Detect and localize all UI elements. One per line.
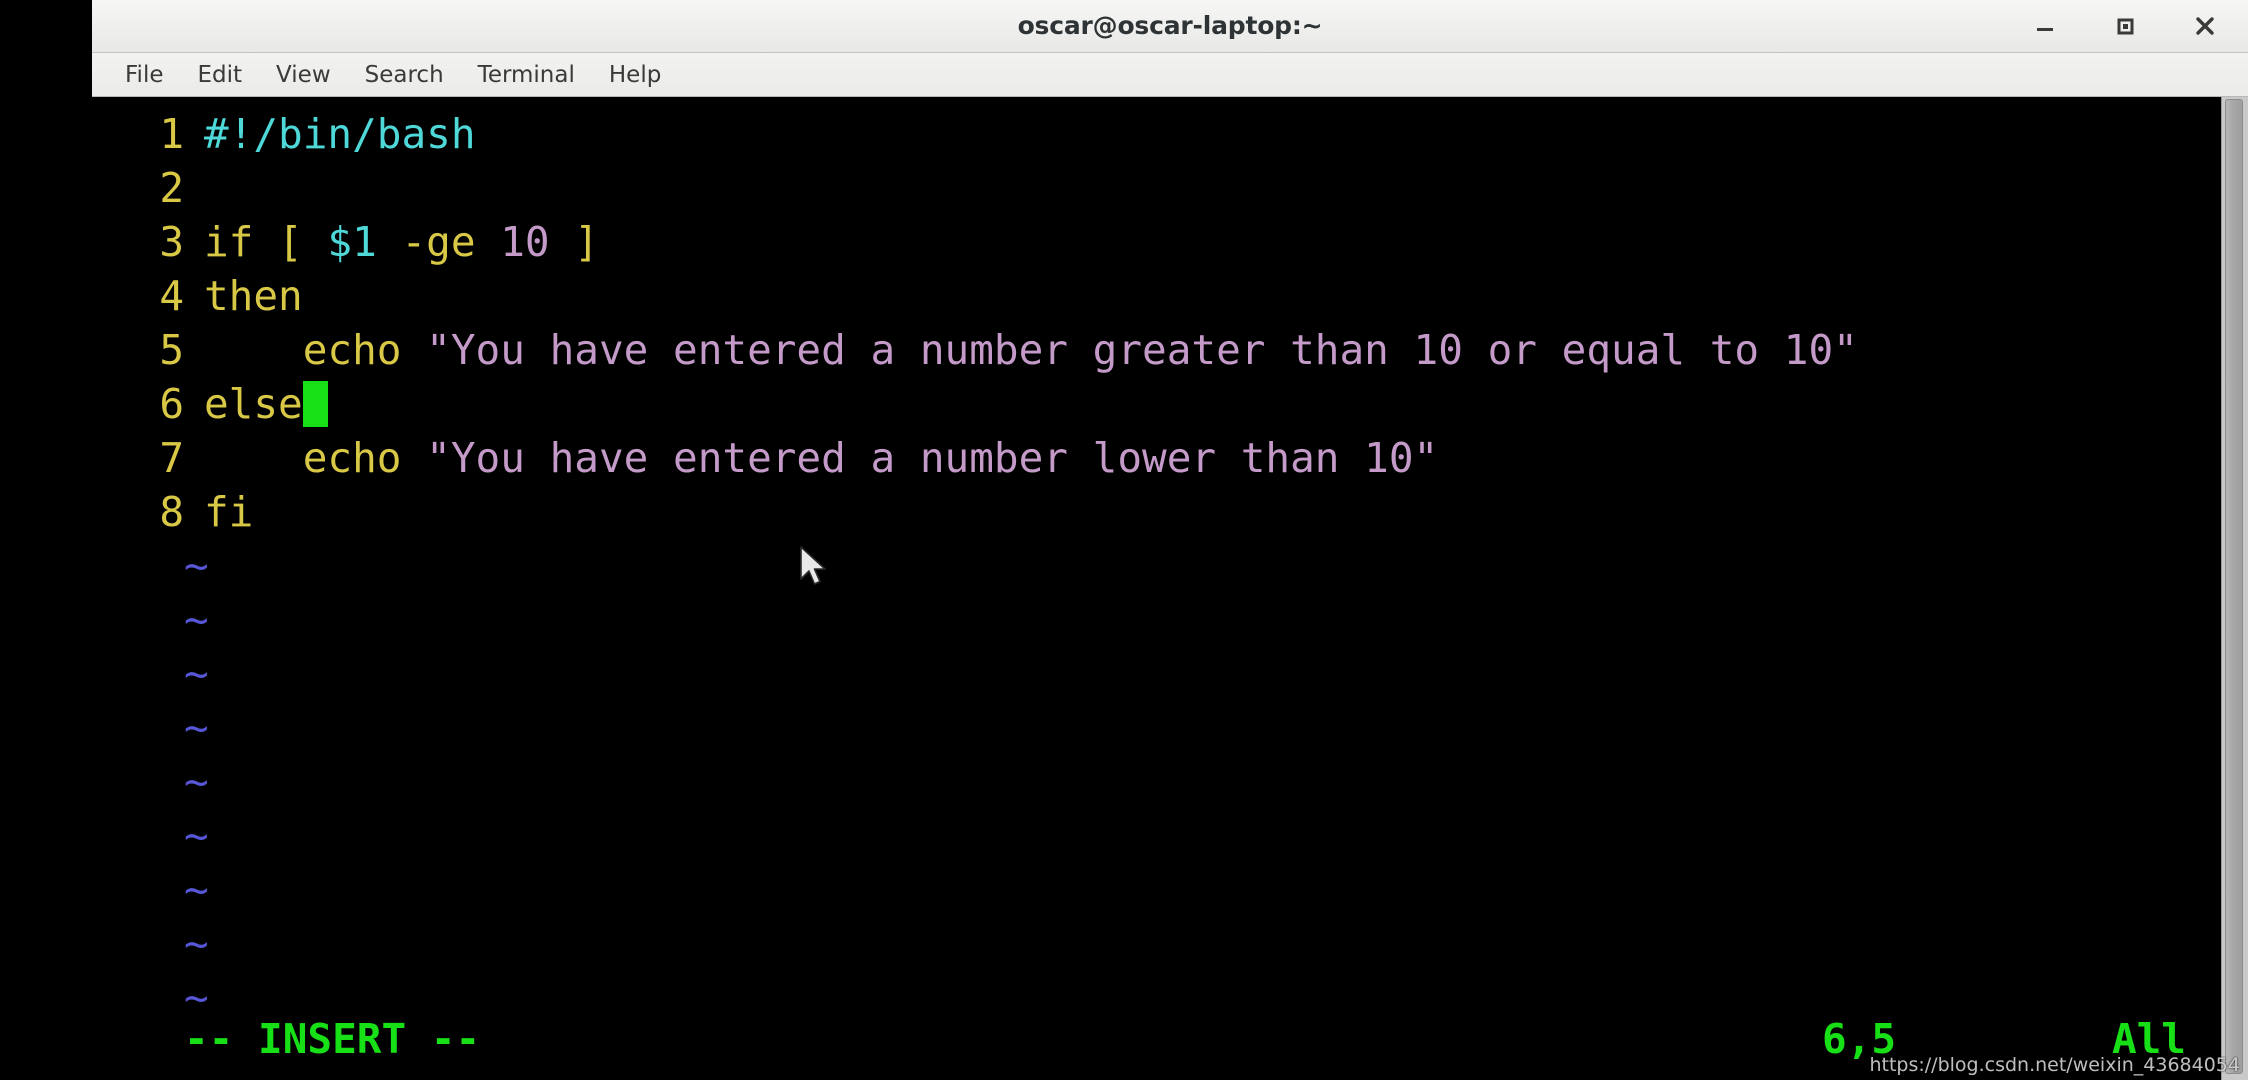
menu-item-search[interactable]: Search xyxy=(348,58,461,92)
vim-filler-tilde: ~ xyxy=(184,596,209,644)
menu-item-view[interactable]: View xyxy=(259,58,348,92)
maximize-button[interactable] xyxy=(2110,11,2140,41)
code-line-2: 2 xyxy=(92,161,204,215)
code-token: $1 xyxy=(327,218,377,266)
code-token: ] xyxy=(549,218,599,266)
vim-filler-tilde: ~ xyxy=(184,758,209,806)
code-token: fi xyxy=(204,488,254,536)
menu-item-edit[interactable]: Edit xyxy=(181,58,260,92)
code-line-5: 5 echo "You have entered a number greate… xyxy=(92,323,1858,377)
line-number: 8 xyxy=(159,488,184,536)
text-cursor xyxy=(302,381,328,427)
code-line-3: 3 if [ $1 -ge 10 ] xyxy=(92,215,599,269)
line-number: 5 xyxy=(159,326,184,374)
code-line-8: 8 fi xyxy=(92,485,253,539)
menu-item-file[interactable]: File xyxy=(108,58,181,92)
code-line-4: 4 then xyxy=(92,269,303,323)
vim-filler-tilde: ~ xyxy=(184,650,209,698)
vim-filler-tilde: ~ xyxy=(184,812,209,860)
menubar: File Edit View Search Terminal Help xyxy=(92,53,2248,97)
close-button[interactable] xyxy=(2190,11,2220,41)
code-token: "You have entered a number greater than … xyxy=(426,326,1858,374)
screen: oscar@oscar-laptop:~ File Edit View Sear… xyxy=(0,0,2248,1080)
code-token: echo xyxy=(204,434,427,482)
close-icon xyxy=(2196,17,2214,35)
vim-buffer[interactable]: 1 #!/bin/bash 2 3 if [ $1 -ge 10 ] 4 then 5 ech… xyxy=(92,97,2248,1080)
line-number: 6 xyxy=(159,380,184,428)
menu-item-terminal[interactable]: Terminal xyxy=(461,58,592,92)
vim-filler-tilde: ~ xyxy=(184,704,209,752)
window-title: oscar@oscar-laptop:~ xyxy=(1017,11,1323,40)
code-line-1: 1 #!/bin/bash xyxy=(92,107,476,161)
code-token: -ge xyxy=(376,218,501,266)
line-number: 4 xyxy=(159,272,184,320)
code-token: "You have entered a number lower than 10… xyxy=(426,434,1439,482)
minimize-icon xyxy=(2037,28,2053,31)
line-number: 3 xyxy=(159,218,184,266)
terminal-screen[interactable]: 1 #!/bin/bash 2 3 if [ $1 -ge 10 ] 4 then 5 ech… xyxy=(92,97,2248,1080)
window-titlebar[interactable]: oscar@oscar-laptop:~ xyxy=(92,0,2248,53)
line-number: 1 xyxy=(159,110,184,158)
code-token: 10 xyxy=(500,218,550,266)
watermark-text: https://blog.csdn.net/weixin_43684054 xyxy=(1869,1054,2240,1076)
code-line-6: 6 else xyxy=(92,377,328,431)
code-line-7: 7 echo "You have entered a number lower … xyxy=(92,431,1438,485)
line-number: 7 xyxy=(159,434,184,482)
window-controls xyxy=(2030,0,2220,52)
minimize-button[interactable] xyxy=(2030,11,2060,41)
vim-filler-tilde: ~ xyxy=(184,542,209,590)
code-token: then xyxy=(204,272,303,320)
desktop-background xyxy=(0,0,92,1080)
vim-filler-tilde: ~ xyxy=(184,920,209,968)
line-number: 2 xyxy=(159,164,184,212)
vim-filler-tilde: ~ xyxy=(184,866,209,914)
code-token: #!/bin/bash xyxy=(204,110,476,158)
vim-mode-indicator: -- INSERT -- xyxy=(184,1015,481,1063)
maximize-icon xyxy=(2117,18,2134,35)
scrollbar-thumb[interactable] xyxy=(2225,99,2243,1074)
code-token: else xyxy=(204,380,303,428)
code-token: echo xyxy=(204,326,427,374)
code-token: if [ xyxy=(204,218,328,266)
menu-item-help[interactable]: Help xyxy=(592,58,678,92)
terminal-scrollbar[interactable] xyxy=(2221,97,2248,1080)
